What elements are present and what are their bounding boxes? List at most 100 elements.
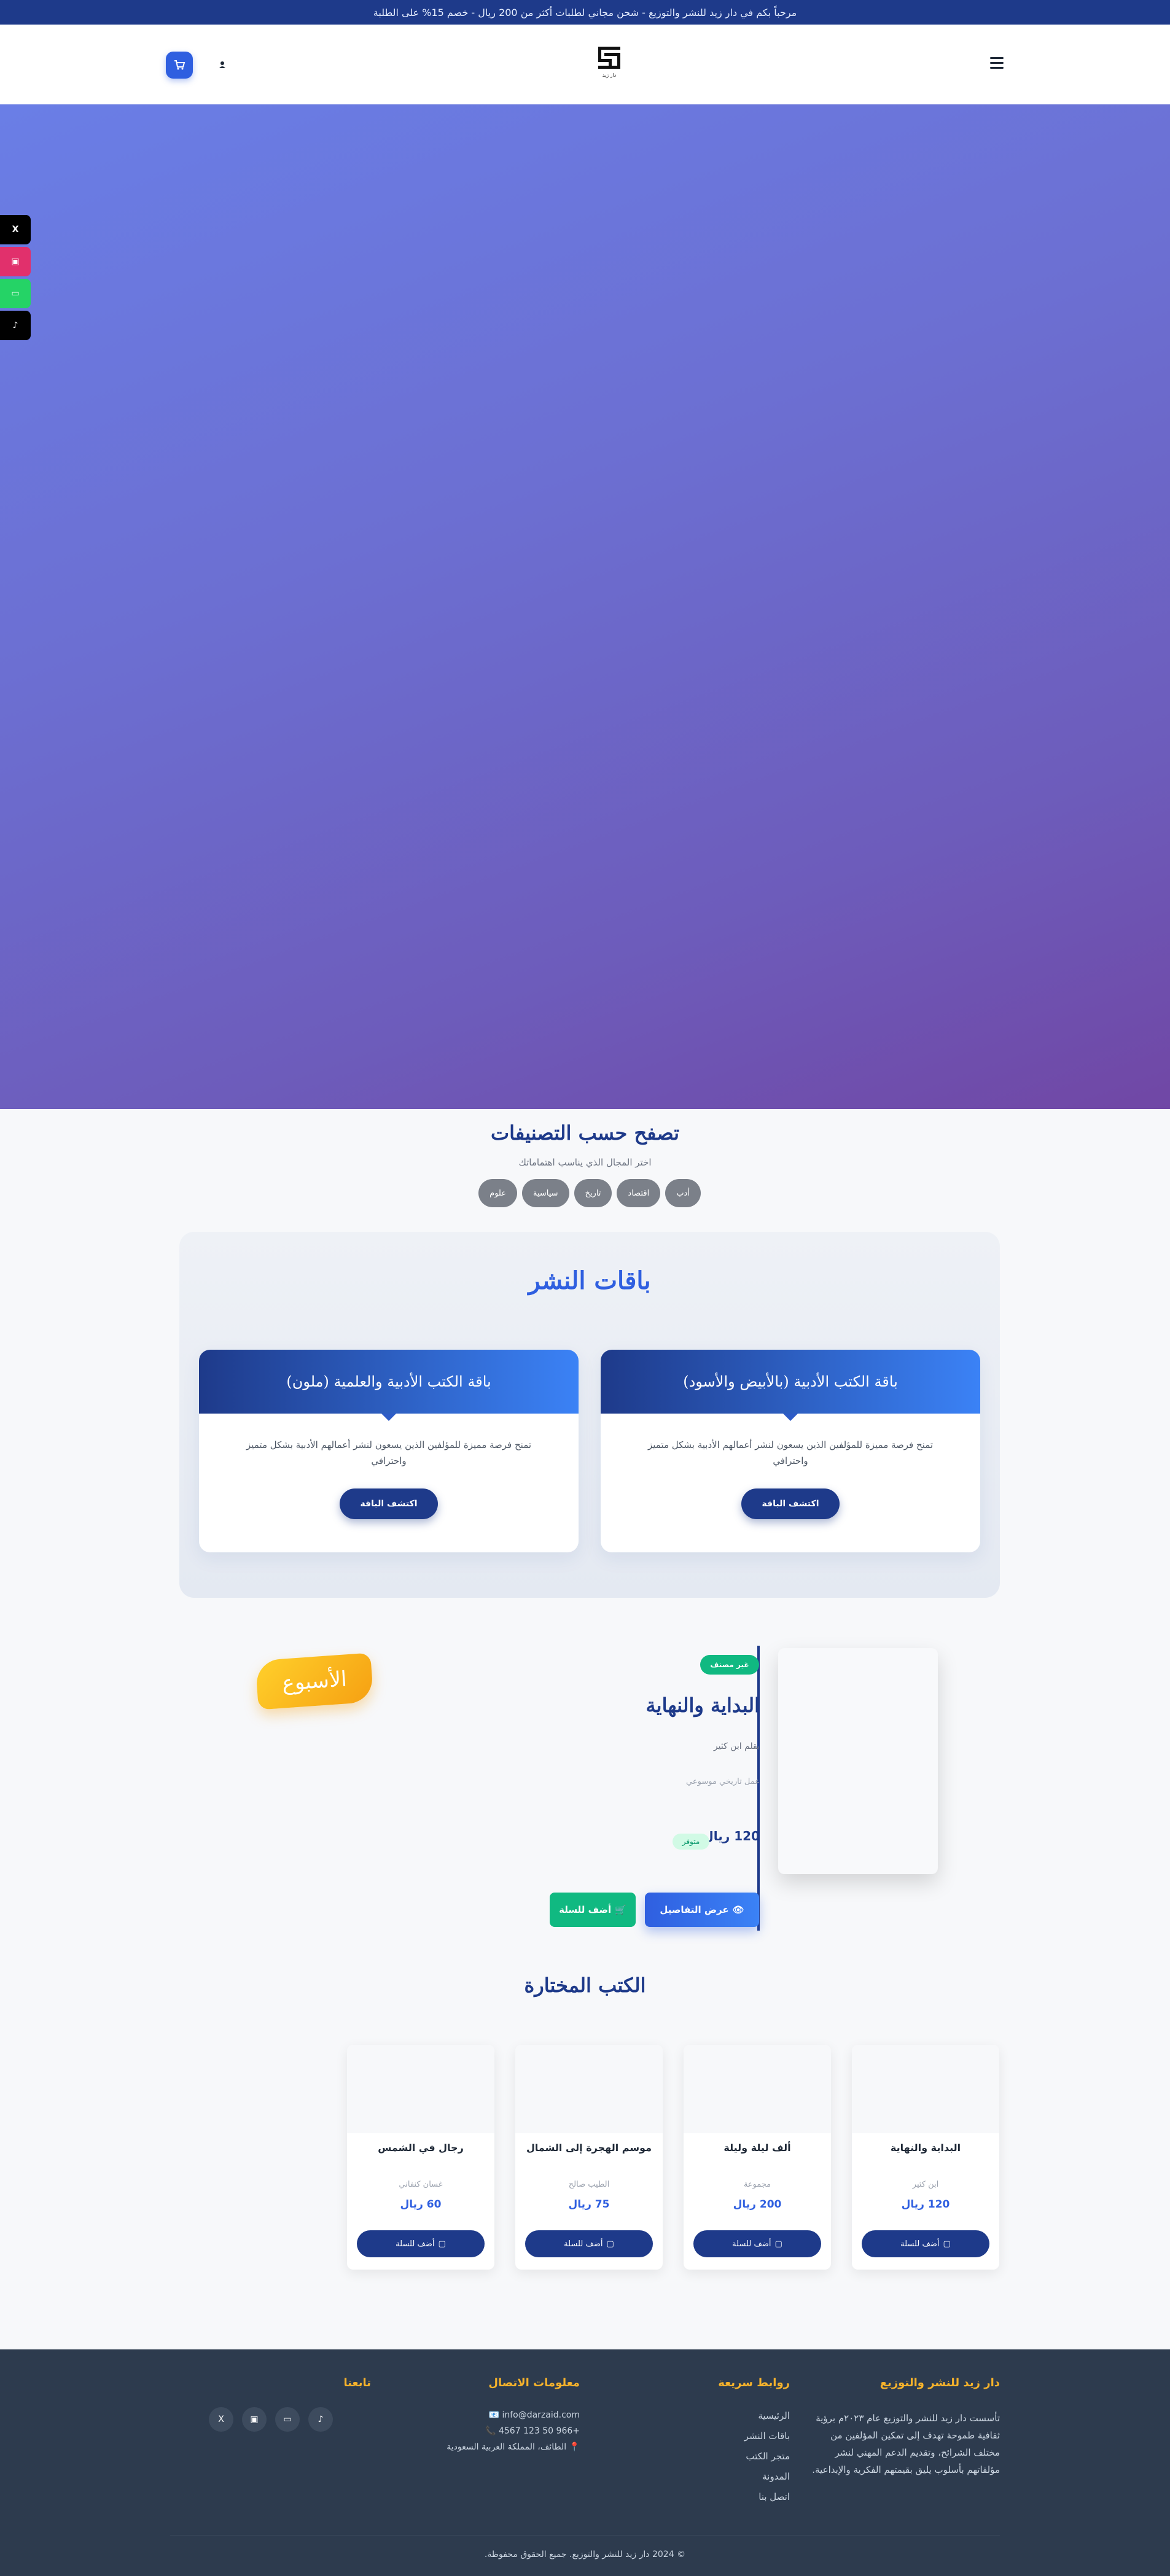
add-to-cart-button[interactable]: ▢ أضف للسلة (862, 2230, 989, 2257)
social-tiktok-icon[interactable]: ♪ (308, 2407, 333, 2432)
contact-address: 📍 الطائف، المملكة العربية السعودية (447, 2442, 580, 2452)
book-of-week-type: عمل تاريخي موسوعي (686, 1777, 760, 1786)
logo-mark (596, 44, 623, 71)
add-to-cart-button[interactable]: ▢ أضف للسلة (693, 2230, 821, 2257)
category-tag-history[interactable]: تاريخ (574, 1179, 612, 1207)
cart-icon: ▢ (774, 2239, 782, 2249)
footer-link-store[interactable]: متجر الكتب (667, 2446, 790, 2467)
book-cover (347, 2045, 494, 2133)
package-card-description: تمنح فرصة مميزة للمؤلفين الذين يسعون لنش… (246, 1439, 532, 1466)
cart-icon: ▢ (438, 2239, 446, 2249)
add-to-cart-button[interactable]: ▢ أضف للسلة (525, 2230, 653, 2257)
package-card: باقة الكتب الأدبية (بالأبيض والأسود) تمن… (601, 1350, 980, 1552)
book-of-week-title: البداية والنهاية (645, 1694, 760, 1717)
category-tag-economy[interactable]: اقتصاد (617, 1179, 661, 1207)
category-tag-science[interactable]: علوم (478, 1179, 517, 1207)
category-tag-literature[interactable]: أدب (665, 1179, 701, 1207)
social-whatsapp-icon[interactable]: ▭ (0, 279, 31, 308)
cart-icon: ▢ (606, 2239, 614, 2249)
cart-icon: 🛒 (615, 1904, 626, 1915)
announcement-text: مرحباً بكم في دار زيد للنشر والتوزيع - ش… (373, 6, 797, 18)
footer-about-text: تأسست دار زيد للنشر والتوزيع عام ٢٠٢٣م ب… (812, 2413, 1000, 2475)
featured-books-title: الكتب المختارة (524, 1974, 646, 1997)
book-title: رجال في الشمس (378, 2142, 464, 2154)
hamburger-icon[interactable] (985, 54, 1009, 75)
book-card[interactable]: البداية والنهاية ابن كثير 120 ريال ▢ أضف … (852, 2045, 999, 2270)
book-author: غسان كنفاني (399, 2180, 443, 2189)
add-to-cart-label: أضف للسلة (900, 2239, 940, 2249)
book-card[interactable]: ألف ليلة وليلة مجموعة 200 ريال ▢ أضف للسل… (684, 2045, 831, 2270)
footer-copyright: © 2024 دار زيد للنشر والتوزيع. جميع الحق… (484, 2550, 686, 2559)
site-logo[interactable]: دار زيد (595, 44, 624, 79)
footer-contact: info@darzaid.com 📧 +966 50 123 4567 📞 📍 … (393, 2407, 580, 2455)
package-card-title: باقة الكتب الأدبية والعلمية (ملون) (199, 1350, 579, 1421)
book-author: الطيب صالح (568, 2180, 610, 2189)
view-details-button[interactable]: 👁 عرض التفاصيل (645, 1893, 759, 1927)
book-title: البداية والنهاية (890, 2142, 961, 2154)
footer-social: X ▣ ▭ ♪ (209, 2407, 344, 2432)
contact-phone[interactable]: +966 50 123 4567 📞 (393, 2423, 580, 2439)
add-to-cart-button[interactable]: ▢ أضف للسلة (357, 2230, 485, 2257)
book-title: ألف ليلة وليلة (723, 2142, 791, 2154)
cart-button[interactable] (166, 52, 193, 79)
book-cover (515, 2045, 663, 2133)
footer-link-home[interactable]: الرئيسية (667, 2406, 790, 2426)
add-to-cart-button[interactable]: 🛒 أضف للسلة (550, 1893, 636, 1927)
categories-subtitle: اختر المجال الذي يناسب اهتماماتك (518, 1157, 652, 1168)
social-instagram-icon[interactable]: ▣ (0, 247, 31, 276)
category-tag-politics[interactable]: سياسية (521, 1179, 569, 1207)
category-badge: غير مصنف (700, 1655, 759, 1675)
book-card[interactable]: رجال في الشمس غسان كنفاني 60 ريال ▢ أضف ل… (347, 2045, 494, 2270)
footer-link-packages[interactable]: باقات النشر (667, 2426, 790, 2446)
site-header: دار زيد (0, 25, 1170, 104)
announcement-bar: مرحباً بكم في دار زيد للنشر والتوزيع - ش… (0, 0, 1170, 25)
footer-links-title: روابط سريعة (718, 2376, 790, 2389)
package-card: باقة الكتب الأدبية والعلمية (ملون) تمنح … (199, 1350, 579, 1552)
social-x-icon[interactable]: X (209, 2407, 233, 2432)
discover-package-button[interactable]: اكتشف الباقة (741, 1488, 840, 1519)
footer-follow-title: تابعنا (343, 2376, 371, 2389)
eye-icon: 👁 (732, 1904, 744, 1915)
book-of-week-info (548, 1646, 760, 1931)
category-tags: أدب اقتصاد تاريخ سياسية علوم (467, 1179, 712, 1207)
add-to-cart-label: أضف للسلة (396, 2239, 435, 2249)
add-to-cart-label: أضف للسلة (559, 1904, 612, 1915)
book-of-week-cover[interactable] (778, 1648, 938, 1874)
contact-email[interactable]: info@darzaid.com 📧 (393, 2407, 580, 2423)
hero-banner (0, 104, 1170, 1109)
footer-link-blog[interactable]: المدونة (667, 2467, 790, 2487)
book-title: موسم الهجرة إلى الشمال (526, 2142, 652, 2154)
book-of-week-author: بقلم ابن كثير (713, 1741, 760, 1751)
social-instagram-icon[interactable]: ▣ (242, 2407, 267, 2432)
categories-title: تصفح حسب التصنيفات (491, 1121, 679, 1145)
footer-contact-title: معلومات الاتصال (488, 2376, 580, 2389)
cart-icon: ▢ (943, 2239, 951, 2249)
book-price: 60 ريال (400, 2198, 442, 2211)
packages-title: باقات النشر (528, 1266, 651, 1295)
book-cover (852, 2045, 999, 2133)
footer-about-title: دار زيد للنشر والتوزيع (879, 2376, 1000, 2389)
social-whatsapp-icon[interactable]: ▭ (275, 2407, 300, 2432)
book-author: ابن كثير (912, 2180, 939, 2189)
social-tiktok-icon[interactable]: ♪ (0, 311, 31, 340)
book-author: مجموعة (743, 2180, 771, 2189)
add-to-cart-label: أضف للسلة (732, 2239, 771, 2249)
footer-links: الرئيسية باقات النشر متجر الكتب المدونة … (667, 2406, 790, 2507)
stock-badge: متوفر (673, 1834, 709, 1850)
floating-social-bar: X ▣ ▭ ♪ (0, 215, 31, 343)
cart-icon (174, 60, 185, 70)
packages-section: باقات النشر باقة الكتب الأدبية (بالأبيض … (179, 1232, 1000, 1598)
view-details-label: عرض التفاصيل (660, 1904, 729, 1915)
book-cover (684, 2045, 831, 2133)
discover-package-button[interactable]: اكتشف الباقة (340, 1488, 438, 1519)
package-card-title: باقة الكتب الأدبية (بالأبيض والأسود) (601, 1350, 980, 1421)
package-card-description: تمنح فرصة مميزة للمؤلفين الذين يسعون لنش… (647, 1439, 934, 1466)
user-icon[interactable] (214, 56, 231, 74)
book-price: 120 ريال (901, 2198, 950, 2211)
footer-link-contact[interactable]: اتصل بنا (667, 2487, 790, 2507)
add-to-cart-label: أضف للسلة (564, 2239, 603, 2249)
social-x-icon[interactable]: X (0, 215, 31, 244)
book-card[interactable]: موسم الهجرة إلى الشمال الطيب صالح 75 ريا… (515, 2045, 663, 2270)
book-of-week-badge: الأسبوع (255, 1652, 374, 1710)
book-price: 75 ريال (568, 2198, 610, 2211)
